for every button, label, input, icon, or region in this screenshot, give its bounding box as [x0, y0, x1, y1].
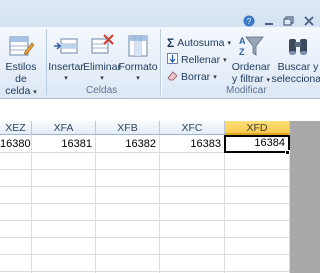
- format-button[interactable]: Formato ▾: [118, 27, 158, 85]
- delete-cells-icon: [89, 27, 115, 59]
- cells-group-label: Celdas: [86, 85, 118, 96]
- sigma-icon: Σ: [167, 36, 175, 50]
- svg-text:A: A: [239, 36, 246, 46]
- gridline: [95, 135, 96, 273]
- group-separator: [46, 29, 47, 95]
- column-header-selected[interactable]: XFD: [225, 121, 290, 135]
- help-icon[interactable]: ?: [242, 14, 256, 28]
- clear-dropdown-icon: ▾: [213, 74, 217, 81]
- restore-icon[interactable]: [282, 14, 296, 28]
- find-select-button[interactable]: Buscar y seleccionar: [271, 27, 320, 85]
- cell-styles-label-1: Estilos de: [5, 61, 37, 85]
- gridline: [0, 237, 290, 238]
- binoculars-icon: [285, 27, 311, 59]
- cell-XFD1-active[interactable]: 16384: [224, 135, 290, 153]
- insert-cells-icon: [53, 27, 79, 59]
- sort-filter-label-1: Ordenar: [231, 61, 271, 73]
- clear-label: Borrar: [181, 71, 211, 83]
- sort-filter-button[interactable]: A Z Ordenar y filtrar ▾: [228, 27, 274, 87]
- insert-label: Insertar: [48, 61, 84, 73]
- cell-styles-button[interactable]: Estilos de celda ▾: [0, 27, 42, 99]
- group-separator-highlight: [161, 29, 162, 95]
- gridline: [0, 203, 290, 204]
- gridline: [31, 135, 32, 273]
- cell-styles-label-2: celda ▾: [5, 85, 37, 97]
- worksheet-grid[interactable]: 16380 16381 16382 16383 16384: [0, 135, 290, 273]
- sort-filter-icon: A Z: [238, 27, 264, 59]
- svg-text:Z: Z: [239, 47, 245, 57]
- insert-dropdown-icon: ▾: [64, 75, 68, 82]
- column-header[interactable]: XFA: [32, 121, 96, 135]
- cell-XEZ1[interactable]: 16380: [0, 136, 31, 152]
- autosum-button[interactable]: Σ Autosuma ▾: [167, 36, 231, 50]
- gridline: [224, 135, 225, 273]
- column-header-row: XEZ XFA XFB XFC XFD: [0, 121, 320, 135]
- insert-button[interactable]: Insertar ▾: [48, 27, 84, 85]
- delete-button[interactable]: Eliminar ▾: [83, 27, 121, 85]
- gridline: [159, 135, 160, 273]
- fill-dropdown-icon: ▾: [223, 57, 227, 64]
- ribbon: Estilos de celda ▾ Insertar ▾ Eliminar ▾…: [0, 27, 320, 99]
- format-label: Formato: [118, 61, 158, 73]
- fill-label: Rellenar: [181, 54, 221, 66]
- cell-XFC1[interactable]: 16383: [160, 136, 224, 152]
- clear-button[interactable]: Borrar ▾: [167, 70, 217, 84]
- delete-dropdown-icon: ▾: [100, 75, 104, 82]
- fill-down-icon: [167, 53, 178, 67]
- delete-label: Eliminar: [83, 61, 121, 73]
- sheet-end-area: [290, 121, 320, 273]
- column-header[interactable]: XFC: [160, 121, 225, 135]
- svg-text:?: ?: [247, 17, 252, 26]
- column-header[interactable]: XFB: [96, 121, 160, 135]
- cell-styles-icon: [8, 27, 34, 59]
- find-select-label-1: Buscar y: [277, 61, 319, 73]
- format-dropdown-icon: ▾: [136, 75, 140, 82]
- format-cells-icon: [125, 27, 151, 59]
- gridline: [0, 169, 290, 170]
- close-icon[interactable]: [302, 14, 316, 28]
- find-select-label-2: seleccionar: [271, 73, 320, 85]
- gridline: [0, 271, 290, 272]
- eraser-icon: [167, 70, 178, 84]
- gridline: [0, 254, 290, 255]
- window-controls: ?: [242, 14, 316, 28]
- minimize-icon[interactable]: [262, 14, 276, 28]
- cell-XFB1[interactable]: 16382: [96, 136, 159, 152]
- gridline: [0, 220, 290, 221]
- gridline: [0, 186, 290, 187]
- autosum-label: Autosuma: [177, 37, 225, 49]
- column-header[interactable]: XEZ: [0, 121, 32, 135]
- editing-group-label: Modificar: [226, 85, 267, 96]
- cell-XFA1[interactable]: 16381: [32, 136, 95, 152]
- fill-button[interactable]: Rellenar ▾: [167, 53, 227, 67]
